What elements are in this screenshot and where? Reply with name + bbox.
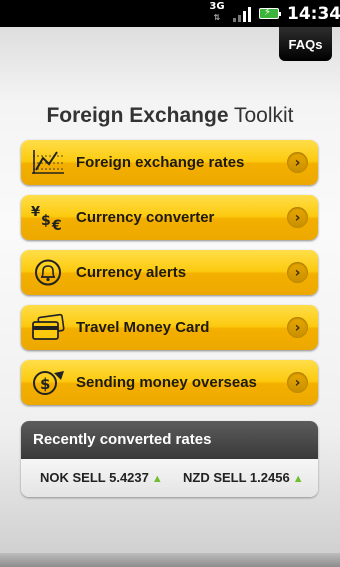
menu-foreign-exchange-rates[interactable]: Foreign exchange rates › — [21, 140, 318, 185]
bell-icon — [31, 258, 65, 287]
menu-travel-money-card[interactable]: Travel Money Card › — [21, 305, 318, 350]
currency-symbols-icon: ¥ $ € — [31, 203, 65, 232]
network-type: 3G — [209, 1, 225, 12]
chevron-right-icon: › — [287, 262, 308, 283]
chevron-right-icon: › — [287, 207, 308, 228]
network-indicator: 3G ⇅ — [207, 2, 227, 25]
bottom-shade — [0, 553, 340, 567]
recent-rate-nzd[interactable]: NZD SELL 1.2456 ▲ — [183, 459, 304, 497]
chevron-right-icon: › — [287, 317, 308, 338]
rate-text: NOK SELL 5.4237 — [40, 470, 149, 485]
dollar-coin-icon: $ — [31, 368, 65, 397]
svg-text:¥: ¥ — [31, 205, 40, 220]
menu-sending-money-overseas[interactable]: $ Sending money overseas › — [21, 360, 318, 405]
svg-text:$: $ — [41, 213, 51, 229]
clock: 14:34 — [287, 4, 340, 24]
menu-label: Travel Money Card — [76, 319, 210, 336]
chevron-right-icon: › — [287, 152, 308, 173]
menu-currency-converter[interactable]: ¥ $ € Currency converter › — [21, 195, 318, 240]
line-chart-icon — [31, 148, 65, 177]
battery-charging-icon: ⚡ — [259, 7, 281, 19]
menu-label: Currency alerts — [76, 264, 187, 281]
recent-rates-panel: Recently converted rates NOK SELL 5.4237… — [21, 421, 318, 497]
menu-label: Currency converter — [76, 209, 215, 226]
data-arrows-icon: ⇅ — [213, 13, 221, 22]
card-icon — [31, 313, 65, 342]
page-title: Foreign Exchange Toolkit — [0, 104, 340, 128]
signal-icon — [233, 6, 253, 22]
recent-rate-nok[interactable]: NOK SELL 5.4237 ▲ — [40, 459, 163, 497]
menu-currency-alerts[interactable]: Currency alerts › — [21, 250, 318, 295]
recent-rates-row: NOK SELL 5.4237 ▲ NZD SELL 1.2456 ▲ — [21, 459, 318, 497]
menu-label: Foreign exchange rates — [76, 154, 245, 171]
rate-text: NZD SELL 1.2456 — [183, 470, 290, 485]
title-bold: Foreign Exchange — [46, 104, 229, 127]
chevron-right-icon: › — [287, 372, 308, 393]
trend-up-icon: ▲ — [151, 473, 163, 485]
title-light: Toolkit — [233, 104, 294, 127]
recent-rates-header: Recently converted rates — [21, 421, 318, 459]
menu-label: Sending money overseas — [76, 374, 257, 391]
trend-up-icon: ▲ — [292, 473, 304, 485]
faqs-button[interactable]: FAQs — [279, 27, 332, 61]
status-bar: 3G ⇅ ⚡ 14:34 — [0, 0, 340, 27]
svg-text:$: $ — [40, 375, 50, 393]
svg-text:€: € — [51, 218, 62, 232]
